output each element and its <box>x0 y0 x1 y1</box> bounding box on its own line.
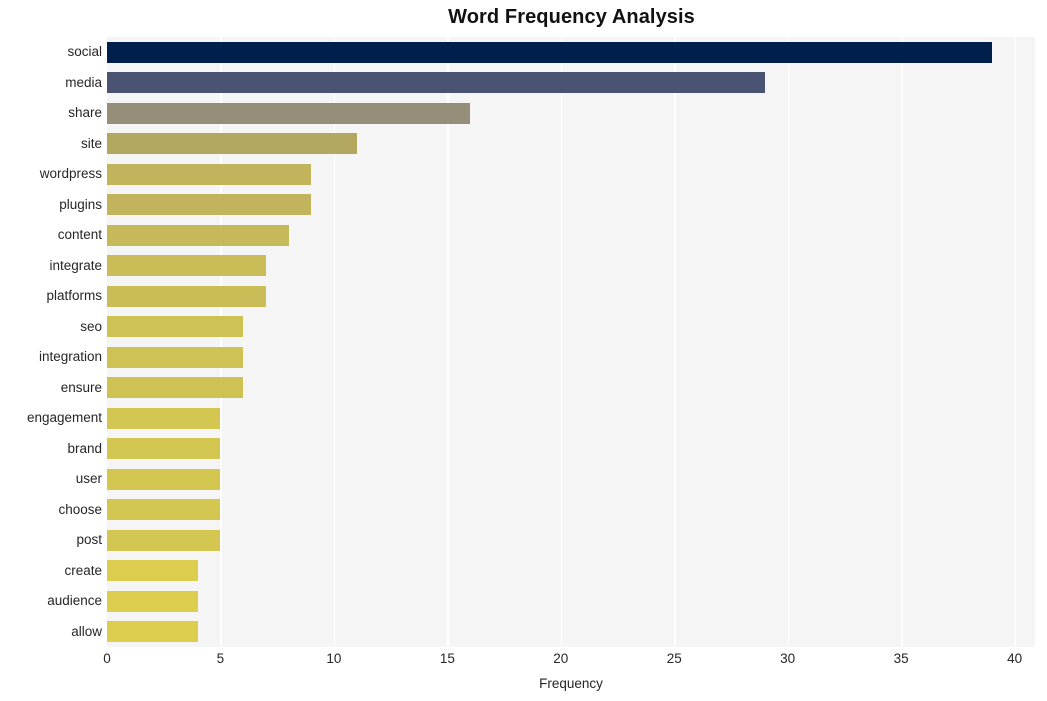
y-tick-label: media <box>65 74 102 90</box>
x-tick-label: 25 <box>666 651 682 666</box>
bar <box>107 621 198 643</box>
bar <box>107 529 221 551</box>
y-tick-label: wordpress <box>39 166 102 182</box>
bar <box>107 468 221 490</box>
x-tick-label: 0 <box>103 651 111 666</box>
word-frequency-chart-figure: Word Frequency Analysis social media share… <box>0 0 1047 701</box>
x-tick-label: 20 <box>553 651 569 666</box>
bar <box>107 407 221 429</box>
bar <box>107 438 221 460</box>
x-tick-label: 5 <box>216 651 225 666</box>
y-tick-label: seo <box>80 318 102 334</box>
gridline-vertical <box>447 37 449 647</box>
bar <box>107 194 312 216</box>
y-tick-label: share <box>68 105 102 121</box>
y-tick-label: engagement <box>26 410 102 426</box>
y-tick-label: allow <box>71 623 102 639</box>
chart-title: Word Frequency Analysis <box>448 6 695 28</box>
gridline-vertical <box>901 37 903 647</box>
gridline-vertical <box>560 37 563 647</box>
bar <box>107 133 357 155</box>
bar <box>107 346 244 368</box>
bar <box>107 560 198 582</box>
plot-area <box>107 37 1035 647</box>
y-tick-label: audience <box>47 593 102 609</box>
gridline-vertical <box>333 37 336 647</box>
bar <box>107 377 244 399</box>
y-tick-label: integrate <box>49 257 102 273</box>
bar <box>107 316 244 338</box>
y-tick-label: plugins <box>59 196 102 212</box>
x-tick-label: 40 <box>1007 651 1023 666</box>
y-tick-label: brand <box>67 440 102 456</box>
y-tick-label: social <box>67 44 102 60</box>
bar <box>107 163 312 185</box>
y-tick-label: ensure <box>60 379 102 395</box>
gridline-vertical <box>787 37 790 647</box>
bar <box>107 224 289 246</box>
x-tick-label: 15 <box>439 651 455 666</box>
y-tick-label: integration <box>38 349 102 365</box>
bar <box>107 590 198 612</box>
y-tick-label: create <box>64 562 102 578</box>
gridline-vertical <box>1014 37 1016 647</box>
y-tick-label: choose <box>58 501 102 517</box>
x-tick-label: 10 <box>326 651 342 666</box>
gridline-vertical <box>674 37 676 647</box>
bar <box>107 499 221 521</box>
y-tick-label: platforms <box>46 288 102 304</box>
x-axis-label: Frequency <box>539 676 603 691</box>
x-tick-label: 30 <box>780 651 796 666</box>
bar <box>107 255 266 277</box>
y-tick-label: user <box>75 471 102 487</box>
gridline-vertical <box>220 37 222 647</box>
y-tick-label: content <box>57 227 102 243</box>
bar <box>107 102 471 124</box>
y-tick-label: site <box>80 135 102 151</box>
y-tick-label: post <box>76 532 102 548</box>
bar <box>107 72 765 94</box>
bar <box>107 41 992 63</box>
x-tick-label: 35 <box>893 651 909 666</box>
bar <box>107 285 266 307</box>
